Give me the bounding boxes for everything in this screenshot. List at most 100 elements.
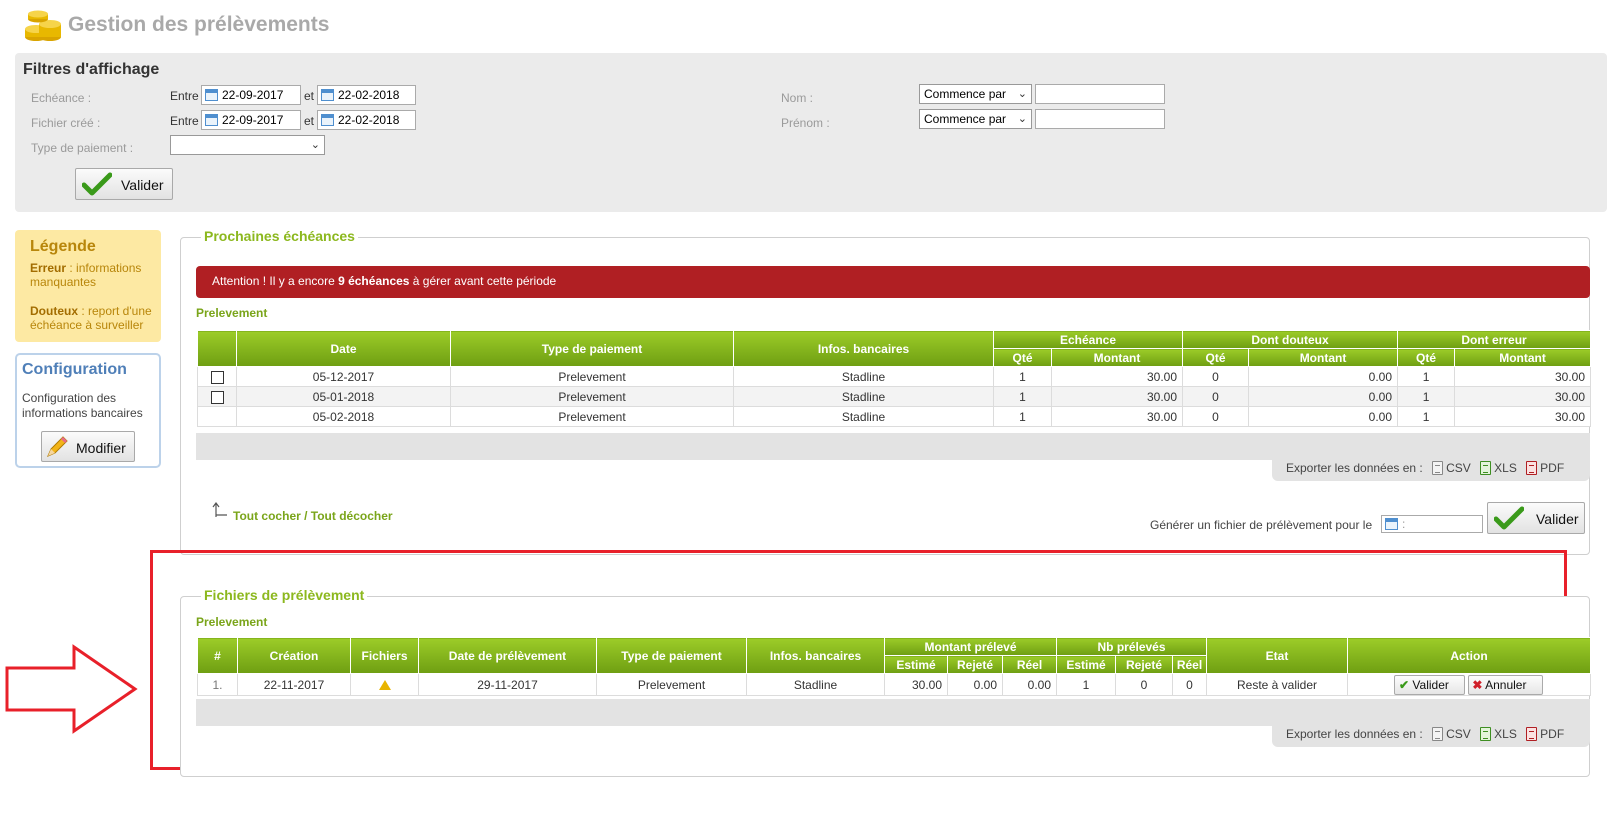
header-qte: Qté [1182,348,1250,367]
table-row: 05-01-2018 Prelevement Stadline 1 30.00 … [197,386,1592,407]
config-modify-button[interactable]: Modifier [41,431,135,462]
cell-echeance-qte: 1 [993,386,1052,407]
header-erreur: Dont erreur [1397,330,1592,349]
cell-echeance-qte: 1 [993,406,1052,427]
filters-submit-button[interactable]: Valider [75,168,173,200]
row-checkbox-cell [197,386,237,407]
generate-submit-label: Valider [1536,511,1579,527]
echeance-to-input[interactable]: 22-02-2018 [317,85,416,105]
xls-icon[interactable] [1480,727,1492,741]
pdf-icon[interactable] [1526,727,1538,741]
chevron-down-icon: ⌄ [310,139,320,151]
table-row: 05-02-2018 Prelevement Stadline 1 30.00 … [197,406,1592,427]
csv-icon[interactable] [1432,727,1444,741]
cell-erreur-qte: 1 [1397,366,1456,387]
cell-erreur-qte: 1 [1397,406,1456,427]
cell-fichiers [350,673,419,696]
export-xls-link[interactable]: XLS [1494,461,1517,475]
header-qte: Qté [993,348,1052,367]
export-xls-link[interactable]: XLS [1494,727,1517,741]
header-qte: Qté [1397,348,1456,367]
cell-erreur-montant: 30.00 [1454,366,1592,387]
header-type: Type de paiement [450,330,734,367]
header-echeance: Echéance [992,330,1184,349]
header-creation: Création [237,637,351,674]
echeance-and-label: et [304,89,315,103]
files-subtitle: Prelevement [196,615,268,629]
header-reel: Réel [1001,655,1058,674]
generate-date-value: : [1402,517,1406,531]
header-montant: Montant [1454,348,1592,367]
legend-panel: Légende Erreur : informations manquantes… [15,230,161,342]
cell-erreur-montant: 30.00 [1454,386,1592,407]
calendar-icon[interactable] [321,114,334,126]
cell-bank: Stadline [733,366,994,387]
upcoming-legend: Prochaines échéances [201,228,358,244]
xls-icon[interactable] [1480,461,1492,475]
fichier-from-input[interactable]: 22-09-2017 [201,110,301,130]
legend-douteux-key: Douteux [30,304,78,318]
row-validate-button[interactable]: ✔ Valider [1394,674,1466,695]
check-icon: ✔ [1399,677,1410,692]
toggle-all-link[interactable]: Tout cocher / Tout décocher [233,509,393,523]
chevron-down-icon: ⌄ [1017,113,1027,125]
generate-submit-button[interactable]: Valider [1487,502,1585,534]
calendar-icon[interactable] [321,89,334,101]
generate-date-input[interactable]: : [1381,515,1483,533]
export-pdf-link[interactable]: PDF [1540,727,1564,741]
config-text: Configuration des informations bancaires [22,391,143,420]
type-paiement-select[interactable]: ⌄ [170,135,325,155]
cell-echeance-montant: 30.00 [1050,406,1184,427]
header-select [197,330,237,367]
cell-nb-reel: 0 [1172,673,1208,696]
filters-submit-label: Valider [121,177,164,193]
row-checkbox-cell [197,366,237,387]
config-title: Configuration [22,361,127,378]
nom-mode-select[interactable]: Commence par ⌄ [919,84,1032,104]
cell-action: ✔ Valider ✖ Annuler [1347,673,1592,696]
arrow-up-corner-icon [212,502,227,517]
prenom-mode-select[interactable]: Commence par ⌄ [919,109,1032,129]
cell-etat: Reste à valider [1206,673,1349,696]
generate-label: Générer un fichier de prélèvement pour l… [1150,518,1373,532]
config-panel: Configuration Configuration des informat… [15,353,161,468]
echeance-label: Echéance : [31,91,92,105]
header-fichiers: Fichiers [350,637,419,674]
cell-douteux-montant: 0.00 [1248,386,1399,407]
nom-input[interactable] [1035,84,1165,104]
alert-banner: Attention ! Il y a encore 9 échéances à … [196,266,1590,298]
upcoming-table-footer [196,433,1590,460]
cell-type: Prelevement [450,386,734,407]
config-modify-label: Modifier [76,440,126,456]
cell-num: 1. [197,673,238,696]
export-pdf-link[interactable]: PDF [1540,461,1564,475]
files-export-bar: Exporter les données en : CSV XLS PDF [1272,723,1590,747]
fichier-to-input[interactable]: 22-02-2018 [317,110,416,130]
header-etat: Etat [1206,637,1349,674]
cell-echeance-montant: 30.00 [1050,386,1184,407]
row-checkbox[interactable] [210,390,224,404]
header-action: Action [1347,637,1592,674]
csv-icon[interactable] [1432,461,1444,475]
coins-icon [25,10,61,41]
pdf-icon[interactable] [1526,461,1538,475]
calendar-icon[interactable] [205,114,218,126]
echeance-from-input[interactable]: 22-09-2017 [201,85,301,105]
cell-bank: Stadline [733,386,994,407]
cell-douteux-qte: 0 [1182,406,1250,427]
export-label: Exporter les données en : [1286,727,1423,741]
row-cancel-button[interactable]: ✖ Annuler [1468,674,1544,695]
header-estime: Estimé [884,655,948,674]
calendar-icon[interactable] [205,89,218,101]
prenom-input[interactable] [1035,109,1165,129]
header-bank: Infos. bancaires [746,637,885,674]
export-csv-link[interactable]: CSV [1446,461,1471,475]
echeance-from-value: 22-09-2017 [222,88,284,102]
warning-icon[interactable] [378,680,391,691]
export-csv-link[interactable]: CSV [1446,727,1471,741]
cell-date: 05-12-2017 [236,366,451,387]
cell-nb-rejete: 0 [1115,673,1174,696]
row-checkbox[interactable] [210,370,224,384]
calendar-icon[interactable] [1385,518,1398,530]
cell-date: 05-01-2018 [236,386,451,407]
